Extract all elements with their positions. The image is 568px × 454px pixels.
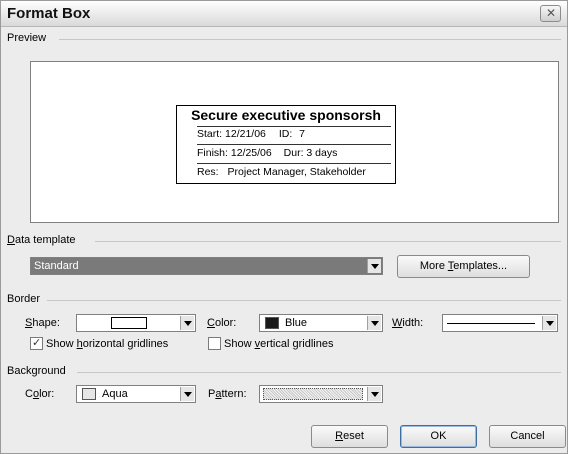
preview-node: Secure executive sponsorsh Start: 12/21/… xyxy=(176,105,396,184)
horizontal-gridlines-label[interactable]: Show horizontal gridlines xyxy=(46,338,168,350)
node-id-label: ID: xyxy=(278,128,293,140)
width-label: Width: xyxy=(392,317,424,329)
node-row-start: Start: 12/21/06 ID: 7 xyxy=(197,128,305,140)
node-finish-label: Finish: xyxy=(197,147,228,159)
chevron-down-icon[interactable] xyxy=(367,259,381,273)
dialog-title: Format Box xyxy=(7,5,91,22)
vertical-gridlines-label[interactable]: Show vertical gridlines xyxy=(224,338,333,350)
background-color-value: Aqua xyxy=(102,388,128,400)
node-gridline xyxy=(197,163,391,164)
data-template-section-label: Data template xyxy=(7,234,76,246)
border-color-label: Color: xyxy=(207,317,237,329)
chevron-down-icon[interactable] xyxy=(180,316,194,330)
width-select[interactable] xyxy=(442,314,558,332)
shape-select[interactable] xyxy=(76,314,196,332)
chevron-down-icon[interactable] xyxy=(180,387,194,401)
node-gridline xyxy=(197,144,391,145)
border-color-swatch xyxy=(265,317,279,329)
node-start-label: Start: xyxy=(197,128,223,140)
vertical-gridlines-checkbox[interactable] xyxy=(208,337,221,350)
close-button[interactable]: ✕ xyxy=(540,5,561,22)
chevron-down-icon[interactable] xyxy=(367,316,381,330)
data-template-select[interactable]: Standard xyxy=(30,257,383,275)
cancel-button[interactable]: Cancel xyxy=(489,425,566,448)
close-icon: ✕ xyxy=(546,6,557,20)
node-gridline xyxy=(197,126,391,127)
border-divider xyxy=(47,300,561,301)
background-color-swatch xyxy=(82,388,96,400)
node-finish-value: 12/25/06 xyxy=(230,147,272,159)
node-row-finish: Finish: 12/25/06 Dur: 3 days xyxy=(197,147,337,159)
pattern-label: Pattern: xyxy=(208,388,247,400)
border-color-value: Blue xyxy=(285,317,308,329)
background-color-select[interactable]: Aqua xyxy=(76,385,196,403)
ok-button[interactable]: OK xyxy=(400,425,477,448)
node-start-value: 12/21/06 xyxy=(225,128,266,140)
reset-button[interactable]: Reset xyxy=(311,425,388,448)
node-res-value: Project Manager, Stakeholder xyxy=(227,166,366,178)
node-id-value: 7 xyxy=(299,128,305,140)
more-templates-button[interactable]: More Templates... xyxy=(397,255,530,278)
node-dur-value: 3 days xyxy=(306,147,338,159)
line-width-sample xyxy=(447,323,535,324)
format-box-dialog: Format Box ✕ Preview Secure executive sp… xyxy=(0,0,568,454)
horizontal-gridlines-checkbox[interactable]: ✓ xyxy=(30,337,43,350)
title-bar: Format Box ✕ xyxy=(1,1,567,27)
preview-divider xyxy=(59,39,561,40)
shape-rectangle-icon xyxy=(111,317,147,329)
node-task-name: Secure executive sponsorsh xyxy=(191,107,381,123)
data-template-value: Standard xyxy=(34,260,79,272)
preview-section-label: Preview xyxy=(7,32,47,44)
pattern-sample xyxy=(263,388,363,400)
chevron-down-icon[interactable] xyxy=(367,387,381,401)
node-dur-label: Dur: xyxy=(283,147,304,159)
checkmark-icon: ✓ xyxy=(32,337,42,349)
border-color-select[interactable]: Blue xyxy=(259,314,383,332)
shape-label: Shape: xyxy=(25,317,60,329)
chevron-down-icon[interactable] xyxy=(542,316,556,330)
background-section-label: Background xyxy=(7,365,66,377)
pattern-select[interactable] xyxy=(259,385,383,403)
data-template-divider xyxy=(95,241,561,242)
node-row-res: Res: Project Manager, Stakeholder xyxy=(197,166,366,178)
background-color-label: Color: xyxy=(25,388,55,400)
background-divider xyxy=(77,372,561,373)
node-res-label: Res: xyxy=(197,166,219,178)
border-section-label: Border xyxy=(7,293,41,305)
